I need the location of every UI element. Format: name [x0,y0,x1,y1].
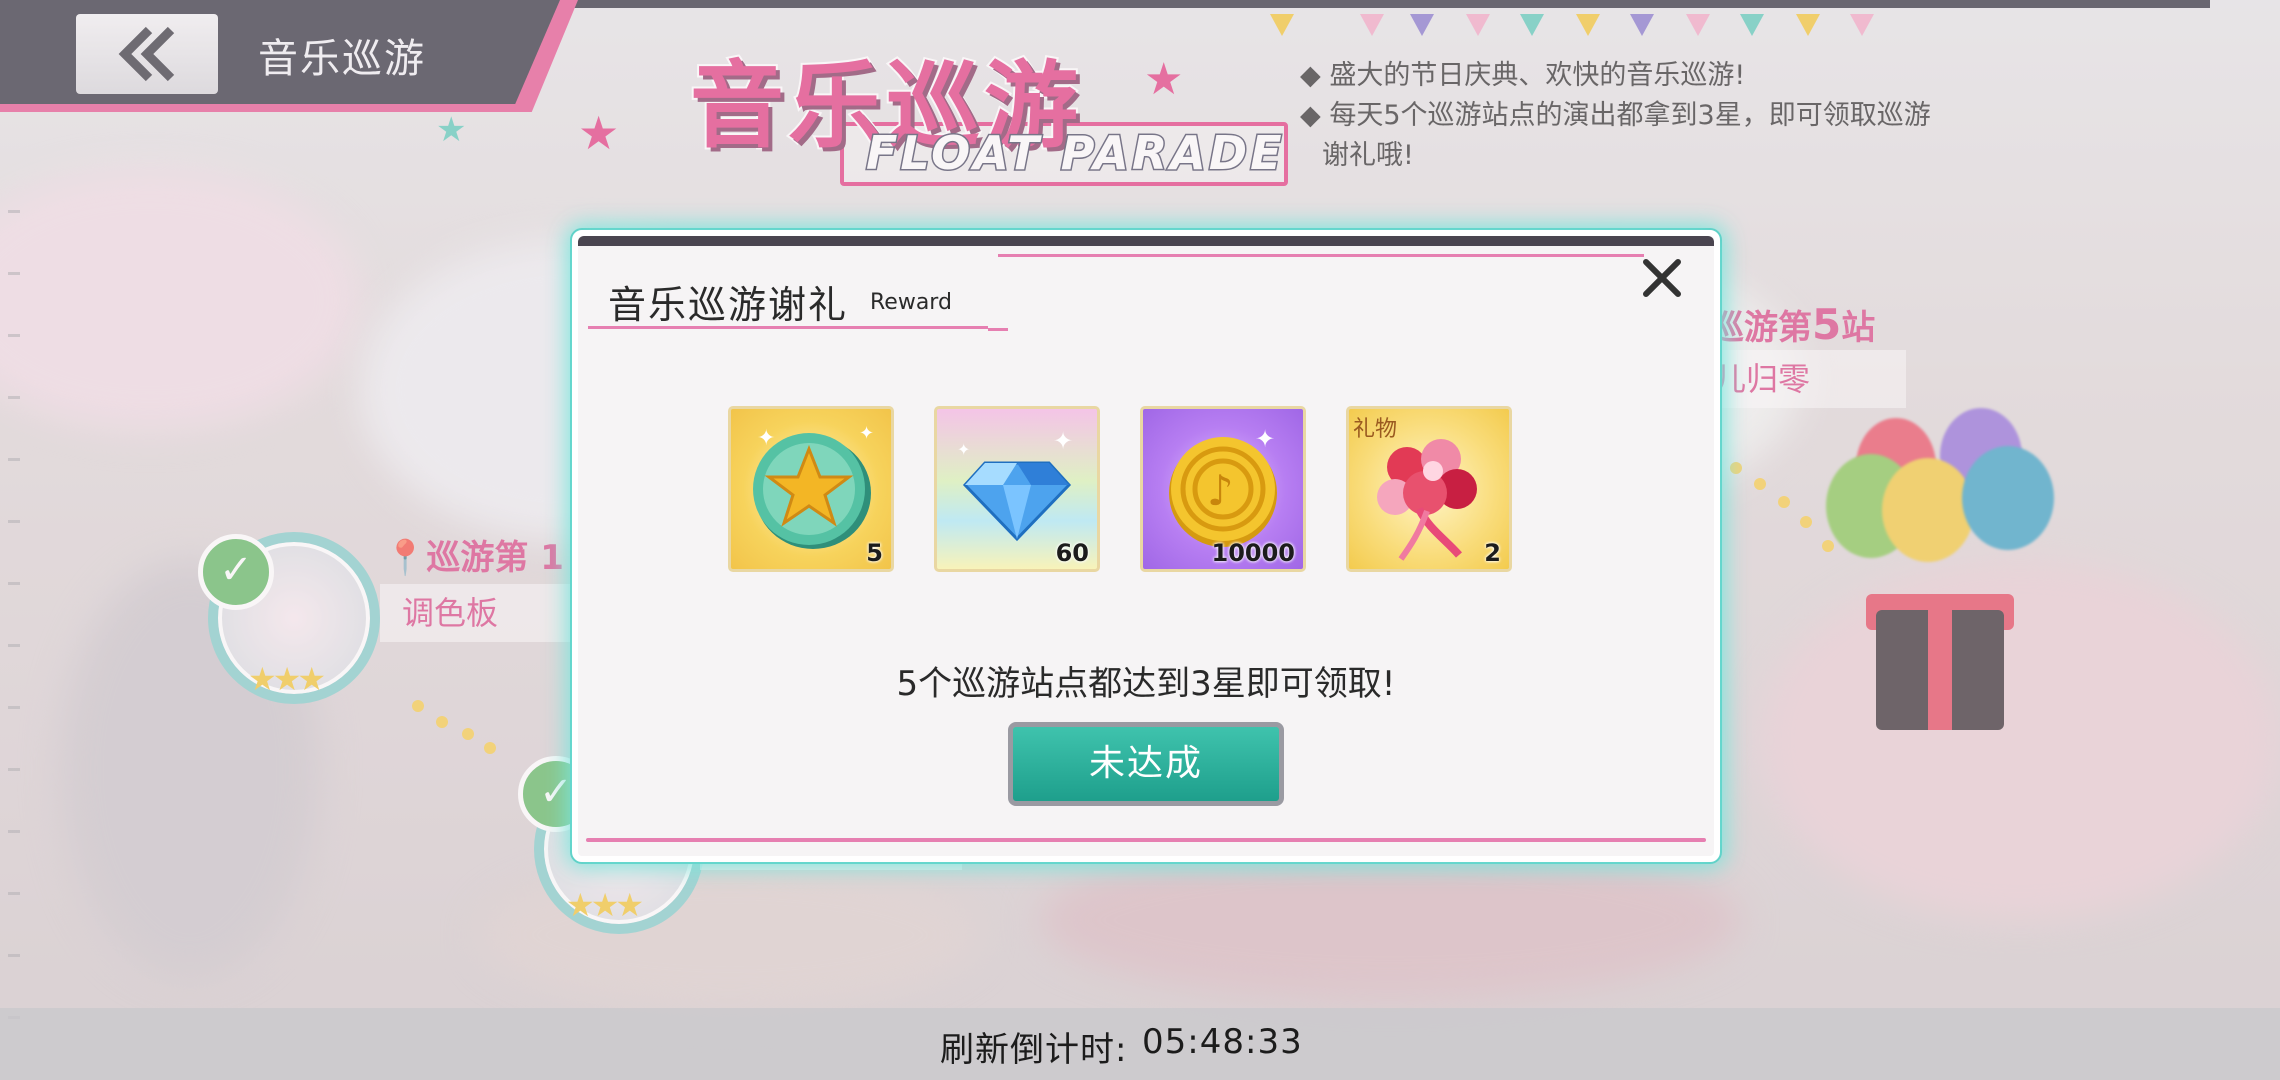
reward-count: 5 [866,539,883,567]
dialog-subtitle: Reward [870,290,952,315]
refresh-countdown-value: 05:48:33 [1142,1022,1303,1062]
dialog-top-border [578,236,1714,246]
svg-text:✦: ✦ [757,426,775,451]
reward-item-music-coin[interactable]: ♪ ✦ 10000 [1140,406,1306,572]
close-button[interactable] [1634,250,1690,306]
not-achieved-button[interactable]: 未达成 [1008,722,1284,806]
reward-item-star-coin[interactable]: ✦ ✦ 5 [728,406,894,572]
divider [588,326,988,329]
footer-bar: 刷新倒计时: 05:48:33 [0,1008,2280,1080]
divider [586,838,1706,842]
divider [988,328,1008,331]
svg-text:✦: ✦ [1053,427,1073,455]
refresh-countdown-label: 刷新倒计时: [940,1030,1128,1070]
divider [998,254,1644,257]
reward-list: ✦ ✦ 5 ✦ ✦ 60 ♪ ✦ 10000 礼物 2 [728,406,1512,572]
reward-count: 2 [1484,539,1501,567]
reward-count: 60 [1055,539,1089,567]
close-icon [1643,259,1681,297]
svg-text:✦: ✦ [1255,425,1275,453]
svg-text:✦: ✦ [957,440,970,459]
reward-item-bouquet[interactable]: 礼物 2 [1346,406,1512,572]
dialog-title: 音乐巡游谢礼 [608,283,849,327]
reward-item-diamond[interactable]: ✦ ✦ 60 [934,406,1100,572]
claim-condition-text: 5个巡游站点都达到3星即可领取! [896,664,1396,704]
reward-count: 10000 [1211,539,1296,567]
reward-dialog: 音乐巡游谢礼 Reward ✦ ✦ 5 ✦ ✦ 60 ♪ ✦ 10000 礼物 … [572,230,1720,862]
reward-tag: 礼物 [1353,417,1398,442]
svg-text:♪: ♪ [1207,466,1234,515]
svg-text:✦: ✦ [859,423,874,444]
